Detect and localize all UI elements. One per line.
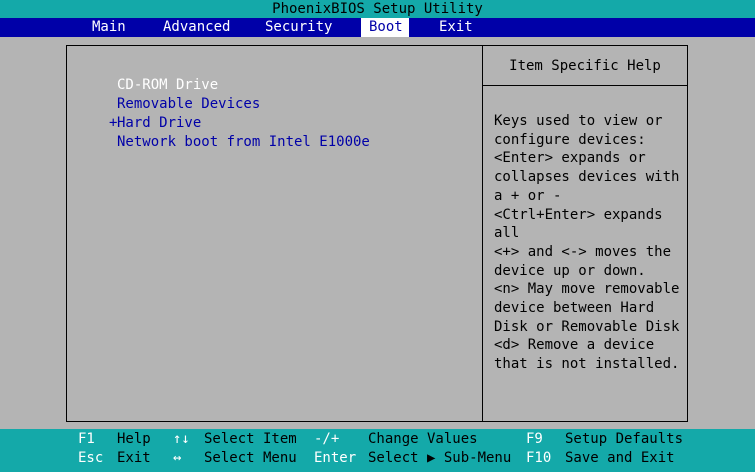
footer-row: F1 Help ↑↓ Select Item -/+ Change Values… — [0, 430, 755, 449]
desc-setup-defaults: Setup Defaults — [565, 431, 684, 447]
key-f1: F1 — [78, 431, 95, 447]
menu-security[interactable]: Security — [257, 18, 340, 37]
footer-row: Esc Exit ↔ Select Menu Enter Select ▶ Su… — [0, 449, 755, 468]
key-enter: Enter — [314, 450, 357, 466]
arrow-updown-icon: ↑↓ — [173, 431, 190, 447]
boot-item-label: CD-ROM Drive — [117, 77, 219, 93]
key-f9: F9 — [526, 431, 543, 447]
desc-save-and-exit: Save and Exit — [565, 450, 675, 466]
desc-select-submenu: Select ▶ Sub-Menu — [368, 450, 512, 466]
desc-help: Help — [117, 431, 151, 447]
boot-item-label: Hard Drive — [117, 115, 202, 131]
desc-change-values: Change Values — [368, 431, 478, 447]
help-text: Keys used to view or configure devices: … — [494, 113, 680, 373]
menu-main[interactable]: Main — [84, 18, 134, 37]
help-panel: Item Specific Help Keys used to view or … — [483, 46, 687, 421]
boot-order-panel: CD-ROM Drive Removable Devices +Hard Dri… — [67, 46, 483, 421]
desc-exit: Exit — [117, 450, 151, 466]
boot-item-label: Network boot from Intel E1000e — [117, 134, 370, 150]
expand-plus-icon: + — [109, 115, 118, 131]
menu-exit[interactable]: Exit — [431, 18, 481, 37]
key-f10: F10 — [526, 450, 552, 466]
boot-item-label: Removable Devices — [117, 96, 261, 112]
menu-boot[interactable]: Boot — [361, 18, 409, 37]
boot-item-hard-drive[interactable]: +Hard Drive — [109, 114, 370, 133]
main-frame: CD-ROM Drive Removable Devices +Hard Dri… — [66, 45, 688, 422]
boot-item-cdrom[interactable]: CD-ROM Drive — [109, 76, 370, 95]
desc-select-menu: Select Menu — [204, 450, 297, 466]
desc-select-item: Select Item — [204, 431, 297, 447]
menu-advanced[interactable]: Advanced — [155, 18, 238, 37]
key-legend-footer: F1 Help ↑↓ Select Item -/+ Change Values… — [0, 429, 755, 472]
key-esc: Esc — [78, 450, 104, 466]
help-title: Item Specific Help — [483, 46, 687, 86]
boot-item-network[interactable]: Network boot from Intel E1000e — [109, 133, 370, 152]
boot-order-list: CD-ROM Drive Removable Devices +Hard Dri… — [109, 76, 370, 152]
menu-bar: Main Advanced Security Boot Exit — [0, 18, 755, 37]
arrow-leftright-icon: ↔ — [173, 450, 182, 466]
title-bar: PhoenixBIOS Setup Utility — [0, 0, 755, 18]
key-minus-plus: -/+ — [314, 431, 340, 447]
bios-screen: PhoenixBIOS Setup Utility Main Advanced … — [0, 0, 755, 472]
boot-item-removable[interactable]: Removable Devices — [109, 95, 370, 114]
